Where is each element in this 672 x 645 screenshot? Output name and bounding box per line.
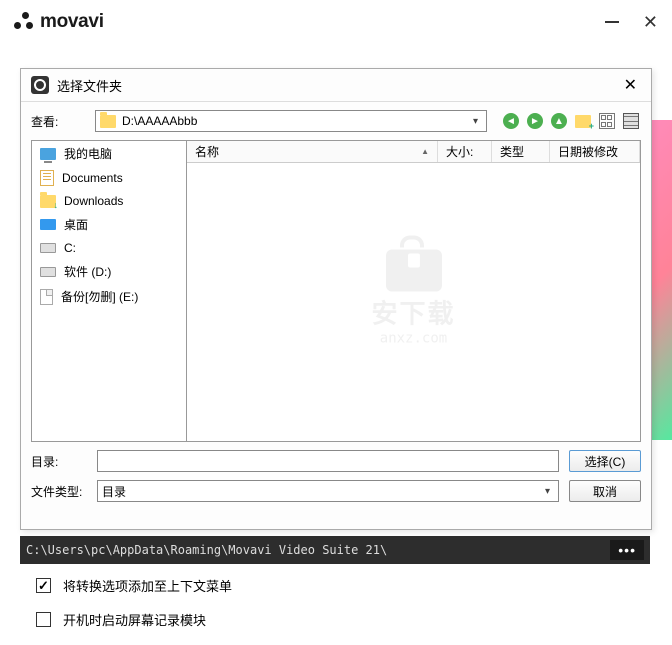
option-context-menu[interactable]: 将转换选项添加至上下文菜单	[36, 576, 232, 595]
back-button[interactable]: ◄	[501, 111, 521, 131]
path-combo[interactable]: D:\AAAAAbbb ▾	[95, 110, 487, 132]
sidebar-item-documents[interactable]: Documents	[32, 166, 186, 190]
checkbox-icon[interactable]	[36, 612, 51, 627]
sidebar-item-label: Documents	[62, 171, 123, 185]
sidebar-item-drive-c[interactable]: C:	[32, 237, 186, 259]
column-size[interactable]: 大小:	[438, 141, 492, 162]
drive-icon	[40, 243, 56, 253]
select-button[interactable]: 选择(C)	[569, 450, 641, 472]
dialog-close-button[interactable]: ✕	[620, 75, 641, 95]
titlebar: movavi ✕	[0, 0, 672, 44]
minimize-button[interactable]	[605, 21, 619, 23]
directory-input[interactable]	[97, 450, 559, 472]
more-button[interactable]: •••	[610, 540, 644, 560]
window-controls: ✕	[605, 12, 658, 33]
chevron-down-icon: ▾	[541, 486, 554, 497]
sidebar-item-drive-e[interactable]: 备份[勿删] (E:)	[32, 284, 186, 309]
dialog-icon	[31, 76, 49, 94]
sidebar-item-drive-d[interactable]: 软件 (D:)	[32, 259, 186, 284]
save-path-text: C:\Users\pc\AppData\Roaming\Movavi Video…	[26, 543, 610, 557]
directory-label: 目录:	[31, 453, 87, 470]
app-window: movavi ✕ 选择文件夹 ✕ 查看: D:\AAAAAbbb ▾ ◄ ►	[0, 0, 672, 645]
watermark: 安下载 anxz.com	[371, 236, 455, 347]
nav-toolbar: ◄ ► ▲	[501, 111, 641, 131]
sort-asc-icon: ▲	[421, 147, 429, 156]
download-folder-icon	[40, 195, 56, 208]
filetype-label: 文件类型:	[31, 483, 87, 500]
list-view-button[interactable]	[621, 111, 641, 131]
lookin-label: 查看:	[31, 113, 87, 130]
watermark-text-en: anxz.com	[371, 331, 455, 347]
desktop-icon	[40, 219, 56, 230]
up-button[interactable]: ▲	[549, 111, 569, 131]
option-startup-record[interactable]: 开机时启动屏幕记录模块	[36, 610, 206, 629]
column-name[interactable]: 名称▲	[187, 141, 438, 162]
new-folder-button[interactable]	[573, 111, 593, 131]
document-icon	[40, 170, 54, 186]
column-date[interactable]: 日期被修改	[550, 141, 640, 162]
page-icon	[40, 289, 53, 305]
sidebar: 我的电脑 Documents Downloads 桌面 C: 软件 (D:) 备…	[31, 140, 187, 442]
drive-icon	[40, 267, 56, 277]
watermark-icon	[383, 236, 443, 292]
logo: movavi	[14, 11, 104, 33]
forward-button[interactable]: ►	[525, 111, 545, 131]
filetype-value: 目录	[102, 483, 126, 500]
path-text: D:\AAAAAbbb	[122, 114, 469, 128]
sidebar-item-mycomputer[interactable]: 我的电脑	[32, 141, 186, 166]
option-label: 开机时启动屏幕记录模块	[63, 610, 206, 629]
grid-view-button[interactable]	[597, 111, 617, 131]
computer-icon	[40, 148, 56, 160]
lookin-row: 查看: D:\AAAAAbbb ▾ ◄ ► ▲	[21, 102, 651, 140]
filetype-combo[interactable]: 目录 ▾	[97, 480, 559, 502]
folder-dialog: 选择文件夹 ✕ 查看: D:\AAAAAbbb ▾ ◄ ► ▲ 我的电脑	[20, 68, 652, 530]
dialog-title: 选择文件夹	[57, 76, 122, 95]
cancel-button[interactable]: 取消	[569, 480, 641, 502]
logo-icon	[14, 12, 34, 32]
file-list-area[interactable]: 名称▲ 大小: 类型 日期被修改 安下载 anxz.com	[187, 140, 641, 442]
sidebar-item-label: 软件 (D:)	[64, 263, 111, 280]
folder-icon	[100, 115, 116, 128]
file-list-header: 名称▲ 大小: 类型 日期被修改	[187, 141, 640, 163]
save-path-row: C:\Users\pc\AppData\Roaming\Movavi Video…	[20, 536, 650, 564]
dialog-bottom: 目录: 选择(C) 文件类型: 目录 ▾ 取消	[21, 442, 651, 520]
watermark-text-cn: 安下载	[371, 294, 455, 331]
close-button[interactable]: ✕	[643, 12, 658, 33]
sidebar-item-label: 桌面	[64, 216, 88, 233]
sidebar-item-label: 我的电脑	[64, 145, 112, 162]
sidebar-item-downloads[interactable]: Downloads	[32, 190, 186, 212]
checkbox-checked-icon[interactable]	[36, 578, 51, 593]
option-label: 将转换选项添加至上下文菜单	[63, 576, 232, 595]
column-type[interactable]: 类型	[492, 141, 550, 162]
browser-body: 我的电脑 Documents Downloads 桌面 C: 软件 (D:) 备…	[21, 140, 651, 442]
chevron-down-icon[interactable]: ▾	[469, 116, 482, 127]
sidebar-item-desktop[interactable]: 桌面	[32, 212, 186, 237]
sidebar-item-label: 备份[勿删] (E:)	[61, 288, 138, 305]
sidebar-item-label: C:	[64, 241, 76, 255]
sidebar-item-label: Downloads	[64, 194, 123, 208]
brand-text: movavi	[40, 11, 104, 33]
dialog-titlebar: 选择文件夹 ✕	[21, 69, 651, 102]
